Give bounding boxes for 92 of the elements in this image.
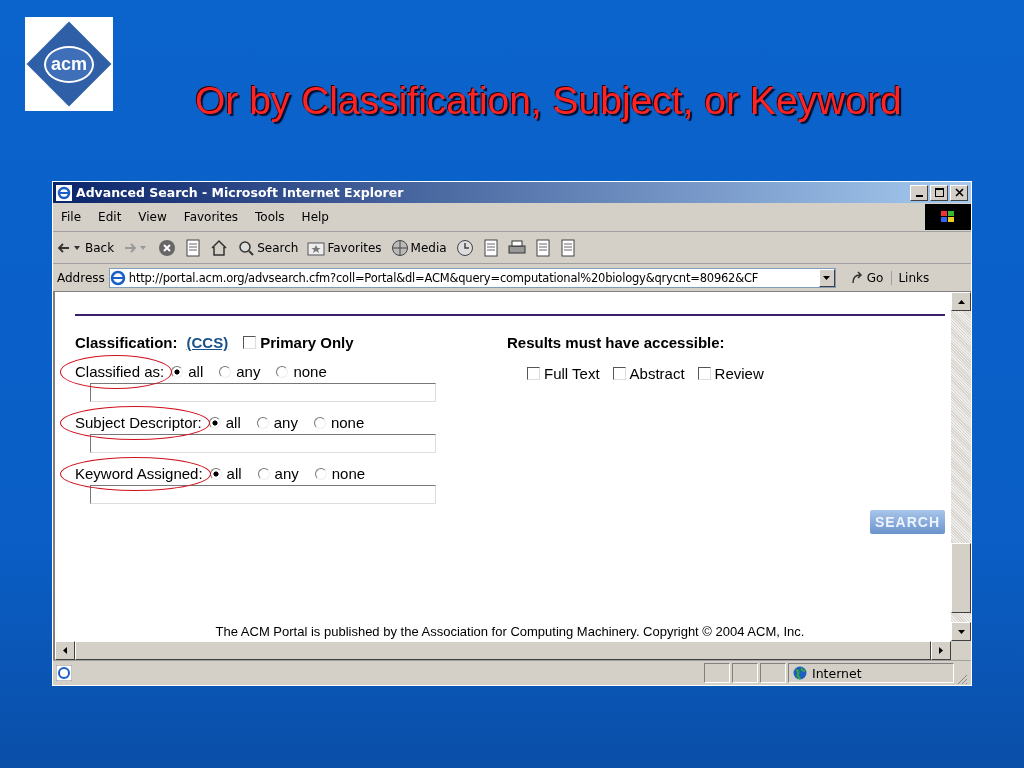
minimize-icon: [915, 194, 923, 197]
vertical-scrollbar[interactable]: [951, 292, 971, 641]
caret-icon: [823, 275, 831, 280]
address-field[interactable]: http://portal.acm.org/advsearch.cfm?coll=Portal&dl=ACM&query=computational%20biology&qrycnt=80962&CF: [108, 267, 836, 288]
resize-grip-icon: [956, 673, 968, 685]
page-icon: [109, 269, 126, 286]
results-heading: Results must have accessible:: [507, 334, 726, 351]
option-label: none: [331, 465, 366, 482]
home-icon[interactable]: [210, 238, 229, 257]
up-arrow-icon: [957, 299, 965, 304]
checkbox[interactable]: [697, 367, 711, 380]
option-label: none: [330, 414, 365, 431]
slide-title: Or by Classification, Subject, or Keyword: [195, 79, 902, 124]
document-icon[interactable]: [534, 238, 551, 257]
checkbox[interactable]: [527, 367, 540, 380]
option-label: all: [188, 363, 204, 380]
toolbar-button[interactable]: Search: [237, 238, 299, 257]
radio-button[interactable]: [219, 365, 232, 378]
stop-icon[interactable]: [158, 238, 177, 257]
status-panel: [732, 663, 758, 683]
arrow-icon: [849, 270, 864, 285]
radio-button[interactable]: [313, 416, 326, 429]
scroll-thumb[interactable]: [951, 543, 971, 613]
down-arrow-icon: [957, 629, 965, 634]
maximize-icon: [934, 188, 944, 197]
scroll-right-button[interactable]: [931, 641, 951, 660]
scroll-down-button[interactable]: [951, 622, 971, 641]
menu-item[interactable]: Edit: [98, 210, 122, 224]
window-title: Advanced Search - Microsoft Internet Explorer: [76, 185, 405, 200]
menu-item[interactable]: Help: [301, 210, 329, 224]
menu-item[interactable]: Favorites: [183, 210, 239, 224]
windows-logo-icon: [925, 204, 971, 230]
browser-icon: [56, 184, 72, 201]
menu-item[interactable]: View: [138, 210, 167, 224]
field-label: Classified as:: [75, 363, 165, 380]
history-icon[interactable]: [455, 238, 474, 257]
menu-item[interactable]: File: [61, 210, 82, 224]
scroll-up-button[interactable]: [951, 292, 971, 311]
radio-button[interactable]: [256, 416, 269, 429]
option-label: all: [226, 465, 242, 482]
toolbar-button[interactable]: Favorites: [307, 239, 382, 256]
scroll-left-button[interactable]: [55, 641, 75, 660]
toolbar-button[interactable]: Back: [57, 239, 115, 256]
checkbox[interactable]: [612, 367, 626, 380]
address-label: Address: [57, 270, 105, 285]
globe-icon: [793, 666, 807, 680]
checkbox-label: Review: [714, 365, 764, 382]
folder-icon: [307, 239, 326, 256]
go-button[interactable]: Go: [849, 270, 893, 285]
status-panel: [760, 663, 786, 683]
option-label: any: [273, 414, 298, 431]
close-button[interactable]: [950, 184, 968, 201]
document-icon[interactable]: [559, 238, 576, 257]
input-field[interactable]: [90, 434, 436, 453]
maximize-button[interactable]: [930, 184, 948, 201]
radio-button[interactable]: [208, 416, 221, 429]
menu-item[interactable]: Tools: [255, 210, 285, 224]
right-arrow-icon: [939, 647, 943, 654]
footer-text: The ACM Portal is published by the Association for Computing Machinery. Copyright © 2004 ACM, Inc.: [214, 623, 806, 641]
option-label: any: [274, 465, 299, 482]
checkbox-label: Full Text: [544, 365, 600, 382]
document-icon[interactable]: [185, 238, 202, 257]
radio-button[interactable]: [314, 467, 327, 480]
checkbox-label: Abstract: [629, 365, 685, 382]
field-label: Subject Descriptor:: [75, 414, 202, 431]
option-label: any: [236, 363, 261, 380]
option-label: all: [225, 414, 241, 431]
toolbar-button[interactable]: Media: [390, 238, 447, 257]
document-icon[interactable]: [482, 238, 499, 257]
links-button[interactable]: Links: [898, 270, 930, 285]
page-icon: [56, 665, 72, 681]
radio-button[interactable]: [171, 365, 184, 378]
minimize-button[interactable]: [910, 184, 928, 201]
dropdown-button[interactable]: [818, 268, 835, 287]
option-label: none: [293, 363, 327, 380]
classification-label: Classification:: [75, 334, 178, 351]
ccs-link[interactable]: (CCS): [186, 334, 229, 351]
zone-label: Internet: [812, 665, 862, 681]
radio-button[interactable]: [276, 365, 289, 378]
media-icon: [390, 238, 409, 257]
radio-button[interactable]: [257, 467, 270, 480]
search-icon: [237, 238, 256, 257]
input-field[interactable]: [90, 485, 436, 504]
checkbox-label: Primary Only: [260, 334, 354, 351]
radio-button[interactable]: [209, 467, 222, 480]
close-icon: [954, 188, 964, 197]
printer-icon[interactable]: [507, 239, 526, 256]
field-label: Keyword Assigned:: [75, 465, 203, 482]
status-panel: [704, 663, 730, 683]
left-arrow-icon: [63, 647, 67, 654]
input-field[interactable]: [90, 383, 436, 402]
checkbox[interactable]: [243, 336, 257, 349]
